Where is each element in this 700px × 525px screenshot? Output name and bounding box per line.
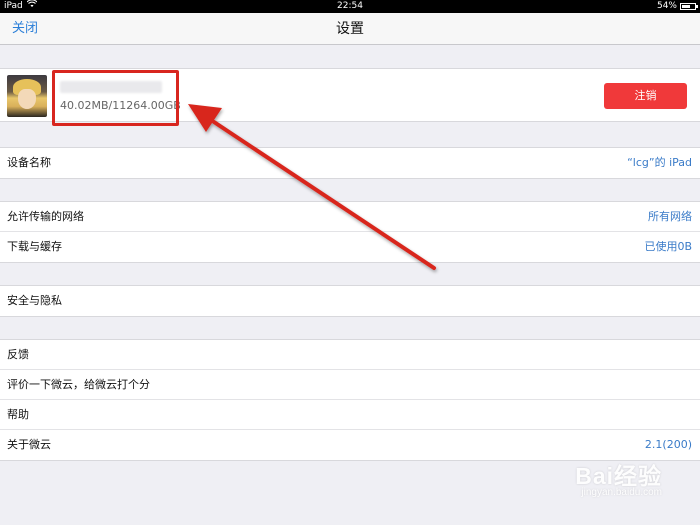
- network-group: 允许传输的网络 所有网络 下载与缓存 已使用0B: [0, 201, 700, 263]
- privacy-row[interactable]: 安全与隐私: [0, 286, 700, 316]
- list-item[interactable]: 反馈: [0, 340, 700, 370]
- logout-button[interactable]: 注销: [604, 83, 687, 109]
- version-value: 2.1(200): [644, 438, 692, 451]
- list-item[interactable]: 下载与缓存 已使用0B: [0, 232, 700, 262]
- download-cache-label: 下载与缓存: [7, 240, 62, 253]
- avatar: [7, 75, 47, 117]
- battery-percent: 54%: [656, 1, 677, 11]
- status-bar: iPad 22:54 54%: [0, 0, 700, 13]
- privacy-label: 安全与隐私: [7, 294, 62, 307]
- about-label: 关于微云: [7, 438, 51, 451]
- help-label: 帮助: [7, 408, 29, 421]
- device-name-row[interactable]: 设备名称 “lcg”的 iPad: [0, 148, 700, 178]
- list-item[interactable]: 评价一下微云，给微云打个分: [0, 370, 700, 400]
- misc-group: 反馈 评价一下微云，给微云打个分 帮助 关于微云 2.1(200): [0, 339, 700, 461]
- allowed-network-value: 所有网络: [648, 210, 692, 223]
- battery-icon: [680, 3, 698, 10]
- annotation-highlight-box: [52, 70, 179, 126]
- baidu-jingyan-watermark: Bai经验 jingyan.baidu.com: [522, 457, 662, 507]
- device-name-value: “lcg”的 iPad: [627, 156, 692, 169]
- watermark-url: jingyan.baidu.com: [581, 487, 662, 498]
- list-item[interactable]: 帮助: [0, 400, 700, 430]
- device-name-label: 设备名称: [7, 156, 51, 169]
- watermark-brand: Bai经验: [575, 463, 662, 489]
- device-group: 设备名称 “lcg”的 iPad: [0, 147, 700, 179]
- navigation-bar: 关闭 设置: [0, 13, 700, 45]
- feedback-label: 反馈: [7, 348, 29, 361]
- status-time: 22:54: [337, 1, 363, 11]
- page-title: 设置: [336, 21, 364, 37]
- privacy-group: 安全与隐私: [0, 285, 700, 317]
- allowed-network-label: 允许传输的网络: [7, 210, 84, 223]
- list-item[interactable]: 关于微云 2.1(200): [0, 430, 700, 460]
- list-item[interactable]: 允许传输的网络 所有网络: [0, 202, 700, 232]
- rate-label: 评价一下微云，给微云打个分: [7, 378, 150, 391]
- download-cache-value: 已使用0B: [644, 240, 692, 253]
